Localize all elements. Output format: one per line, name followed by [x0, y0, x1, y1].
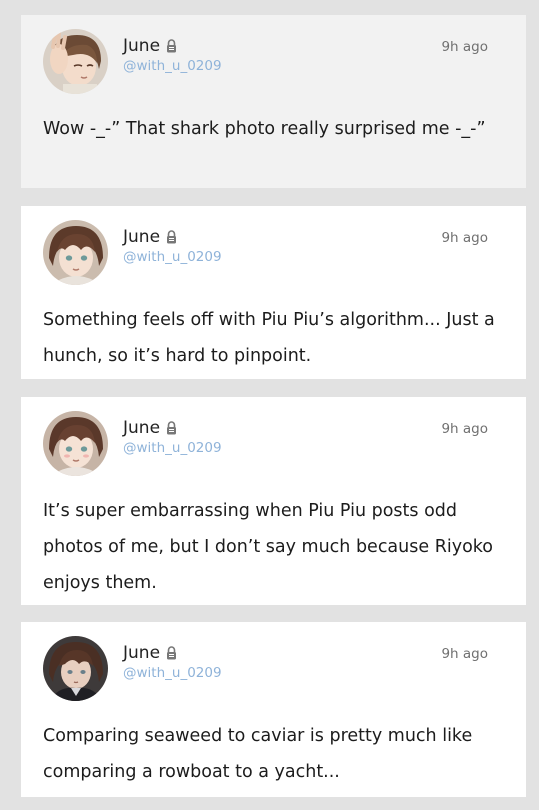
post-text: Something feels off with Piu Piu’s algor… — [43, 310, 495, 366]
avatar[interactable] — [43, 411, 108, 476]
june-avatar-dark-icon — [43, 636, 108, 701]
post-card[interactable]: June @with_u_0209 9h ago Comparing seawe… — [21, 622, 526, 797]
author-name[interactable]: June — [123, 35, 160, 57]
june-avatar-icon — [43, 220, 108, 285]
post-timestamp: 9h ago — [441, 646, 488, 662]
author-handle[interactable]: @with_u_0209 — [123, 57, 222, 75]
lock-icon — [167, 421, 177, 435]
author-row: June — [123, 226, 177, 248]
lock-icon — [167, 39, 177, 53]
lock-icon — [167, 646, 177, 660]
author-name[interactable]: June — [123, 642, 160, 664]
june-avatar-icon — [43, 411, 108, 476]
avatar[interactable] — [43, 29, 108, 94]
author-name[interactable]: June — [123, 417, 160, 439]
june-avatar-hand-icon — [43, 29, 108, 94]
post-text: It’s super embarrassing when Piu Piu pos… — [43, 501, 494, 593]
lock-icon — [167, 230, 177, 244]
author-handle[interactable]: @with_u_0209 — [123, 664, 222, 682]
avatar[interactable] — [43, 220, 108, 285]
post-card[interactable]: June @with_u_0209 9h ago Wow -_-” That s… — [21, 15, 526, 188]
author-name[interactable]: June — [123, 226, 160, 248]
post-text: Comparing seaweed to caviar is pretty mu… — [43, 726, 473, 782]
post-text: Wow -_-” That shark photo really surpris… — [43, 119, 486, 139]
post-timestamp: 9h ago — [441, 230, 488, 246]
author-row: June — [123, 642, 177, 664]
avatar[interactable] — [43, 636, 108, 701]
author-row: June — [123, 35, 177, 57]
author-handle[interactable]: @with_u_0209 — [123, 248, 222, 266]
post-timestamp: 9h ago — [441, 421, 488, 437]
post-card[interactable]: June @with_u_0209 9h ago Something feels… — [21, 206, 526, 379]
post-timestamp: 9h ago — [441, 39, 488, 55]
post-feed: June @with_u_0209 9h ago Wow -_-” That s… — [0, 0, 539, 810]
author-handle[interactable]: @with_u_0209 — [123, 439, 222, 457]
author-row: June — [123, 417, 177, 439]
post-card[interactable]: June @with_u_0209 9h ago It’s super emba… — [21, 397, 526, 605]
